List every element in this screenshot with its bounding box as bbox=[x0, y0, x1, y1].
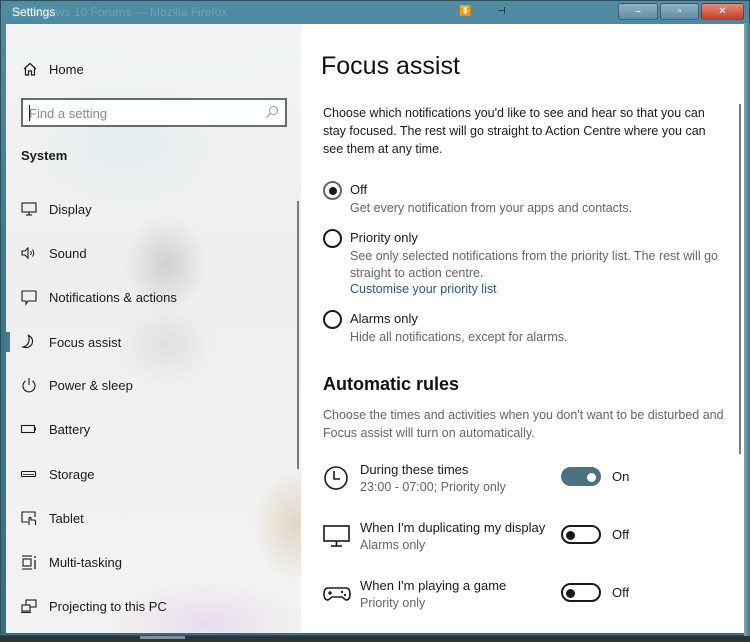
rule-subtitle: Priority only bbox=[360, 596, 426, 610]
radio-description: Hide all notifications, except for alarm… bbox=[350, 330, 568, 344]
double-chevron-down-icon: ⏬ bbox=[459, 6, 472, 17]
radio-button-priority-only[interactable] bbox=[323, 229, 342, 248]
settings-window: ws 10 Forums — Mozilla Firefox Settings … bbox=[0, 0, 750, 637]
pin-icon: ⊣ bbox=[497, 6, 506, 17]
rule-during-these-times[interactable]: During these times 23:00 - 07:00; Priori… bbox=[323, 462, 723, 502]
toggle-duplicating-display[interactable] bbox=[561, 525, 601, 544]
close-button[interactable]: ✕ bbox=[701, 3, 744, 20]
rule-subtitle: Alarms only bbox=[360, 538, 426, 552]
moon-icon bbox=[20, 334, 34, 349]
sidebar-home[interactable]: Home bbox=[6, 54, 296, 84]
radio-label: Priority only bbox=[350, 230, 418, 245]
background-window-title: ws 10 Forums — Mozilla Firefox bbox=[56, 5, 228, 19]
home-label: Home bbox=[49, 62, 84, 77]
content-pane: Focus assist Choose which notifications … bbox=[301, 24, 744, 633]
monitor-icon bbox=[323, 525, 350, 547]
speaker-icon bbox=[21, 246, 35, 260]
maximize-button[interactable]: ▫ bbox=[660, 3, 699, 20]
sidebar-item-storage[interactable]: Storage bbox=[6, 456, 296, 492]
sidebar-item-label: Multi-tasking bbox=[49, 555, 122, 570]
radio-option-priority-only[interactable]: Priority only See only selected notifica… bbox=[323, 229, 723, 299]
monitor-icon bbox=[21, 202, 37, 216]
radio-option-off[interactable]: Off Get every notification from your app… bbox=[323, 181, 723, 217]
toggle-during-these-times[interactable] bbox=[561, 467, 601, 486]
window-border-right bbox=[744, 23, 750, 637]
search-input[interactable] bbox=[29, 104, 259, 122]
window-title: Settings bbox=[12, 5, 56, 19]
sidebar-item-notifications[interactable]: Notifications & actions bbox=[6, 279, 296, 315]
sidebar: Home System Display bbox=[6, 24, 301, 633]
sidebar-item-display[interactable]: Display bbox=[6, 191, 296, 227]
notification-icon bbox=[21, 290, 37, 306]
rule-title: During these times bbox=[360, 462, 469, 477]
sidebar-item-label: Battery bbox=[49, 422, 91, 437]
automatic-rules-heading: Automatic rules bbox=[323, 374, 460, 394]
content-scrollbar[interactable] bbox=[739, 104, 741, 454]
title-bar[interactable]: ws 10 Forums — Mozilla Firefox Settings … bbox=[1, 1, 749, 23]
tablet-icon bbox=[21, 511, 37, 525]
radio-option-alarms-only[interactable]: Alarms only Hide all notifications, exce… bbox=[323, 310, 723, 346]
customise-priority-list-link[interactable]: Customise your priority list bbox=[350, 282, 497, 296]
sidebar-item-battery[interactable]: Battery bbox=[6, 411, 296, 447]
radio-button-alarms-only[interactable] bbox=[323, 310, 342, 329]
rule-title: When I'm duplicating my display bbox=[360, 520, 546, 535]
clock-icon bbox=[324, 466, 348, 490]
sidebar-item-multitasking[interactable]: Multi-tasking bbox=[6, 544, 296, 580]
sidebar-item-projecting[interactable]: Projecting to this PC bbox=[6, 588, 296, 624]
sidebar-item-tablet[interactable]: Tablet bbox=[6, 500, 296, 536]
power-icon bbox=[22, 378, 36, 393]
home-icon bbox=[23, 62, 37, 76]
projecting-icon bbox=[21, 599, 37, 614]
active-indicator bbox=[6, 332, 10, 352]
intro-text: Choose which notifications you'd like to… bbox=[323, 106, 706, 156]
toggle-state-label: Off bbox=[612, 585, 630, 600]
gamepad-icon bbox=[323, 587, 351, 601]
sidebar-item-label: Projecting to this PC bbox=[49, 599, 167, 614]
search-icon[interactable] bbox=[265, 105, 279, 119]
toggle-playing-game[interactable] bbox=[561, 583, 601, 602]
taskbar-highlight bbox=[140, 636, 185, 639]
rule-title: When I'm playing a game bbox=[360, 578, 507, 593]
sidebar-item-label: Power & sleep bbox=[49, 378, 133, 393]
storage-icon bbox=[20, 470, 37, 478]
settings-client-area: Home System Display bbox=[6, 24, 744, 633]
sidebar-item-label: Focus assist bbox=[49, 335, 122, 350]
desktop-background bbox=[0, 636, 750, 642]
section-label-system: System bbox=[21, 148, 68, 163]
automatic-rules-description: Choose the times and activities when you… bbox=[323, 408, 724, 440]
sidebar-item-power-sleep[interactable]: Power & sleep bbox=[6, 367, 296, 403]
radio-label: Alarms only bbox=[350, 311, 418, 326]
radio-label: Off bbox=[350, 182, 368, 197]
rule-playing-game[interactable]: When I'm playing a game Priority only Of… bbox=[323, 578, 723, 618]
search-box[interactable] bbox=[21, 98, 287, 127]
sidebar-item-label: Notifications & actions bbox=[49, 290, 177, 305]
sidebar-item-focus-assist[interactable]: Focus assist bbox=[6, 324, 296, 360]
sidebar-scrollbar[interactable] bbox=[297, 201, 299, 469]
sidebar-item-label: Storage bbox=[49, 467, 95, 482]
toggle-state-label: On bbox=[612, 469, 630, 484]
sidebar-item-label: Sound bbox=[49, 246, 87, 261]
sidebar-item-label: Display bbox=[49, 202, 92, 217]
battery-icon bbox=[20, 424, 36, 434]
rule-subtitle: 23:00 - 07:00; Priority only bbox=[360, 480, 506, 494]
sidebar-item-label: Tablet bbox=[49, 511, 84, 526]
toggle-state-label: Off bbox=[612, 527, 630, 542]
sidebar-item-sound[interactable]: Sound bbox=[6, 235, 296, 271]
radio-description: See only selected notifications from the… bbox=[350, 249, 718, 280]
minimize-button[interactable]: – bbox=[618, 3, 658, 20]
rule-duplicating-display[interactable]: When I'm duplicating my display Alarms o… bbox=[323, 520, 723, 560]
radio-description: Get every notification from your apps an… bbox=[350, 201, 633, 215]
multitasking-icon bbox=[22, 555, 36, 570]
radio-button-off[interactable] bbox=[323, 181, 342, 200]
page-title: Focus assist bbox=[321, 52, 460, 80]
